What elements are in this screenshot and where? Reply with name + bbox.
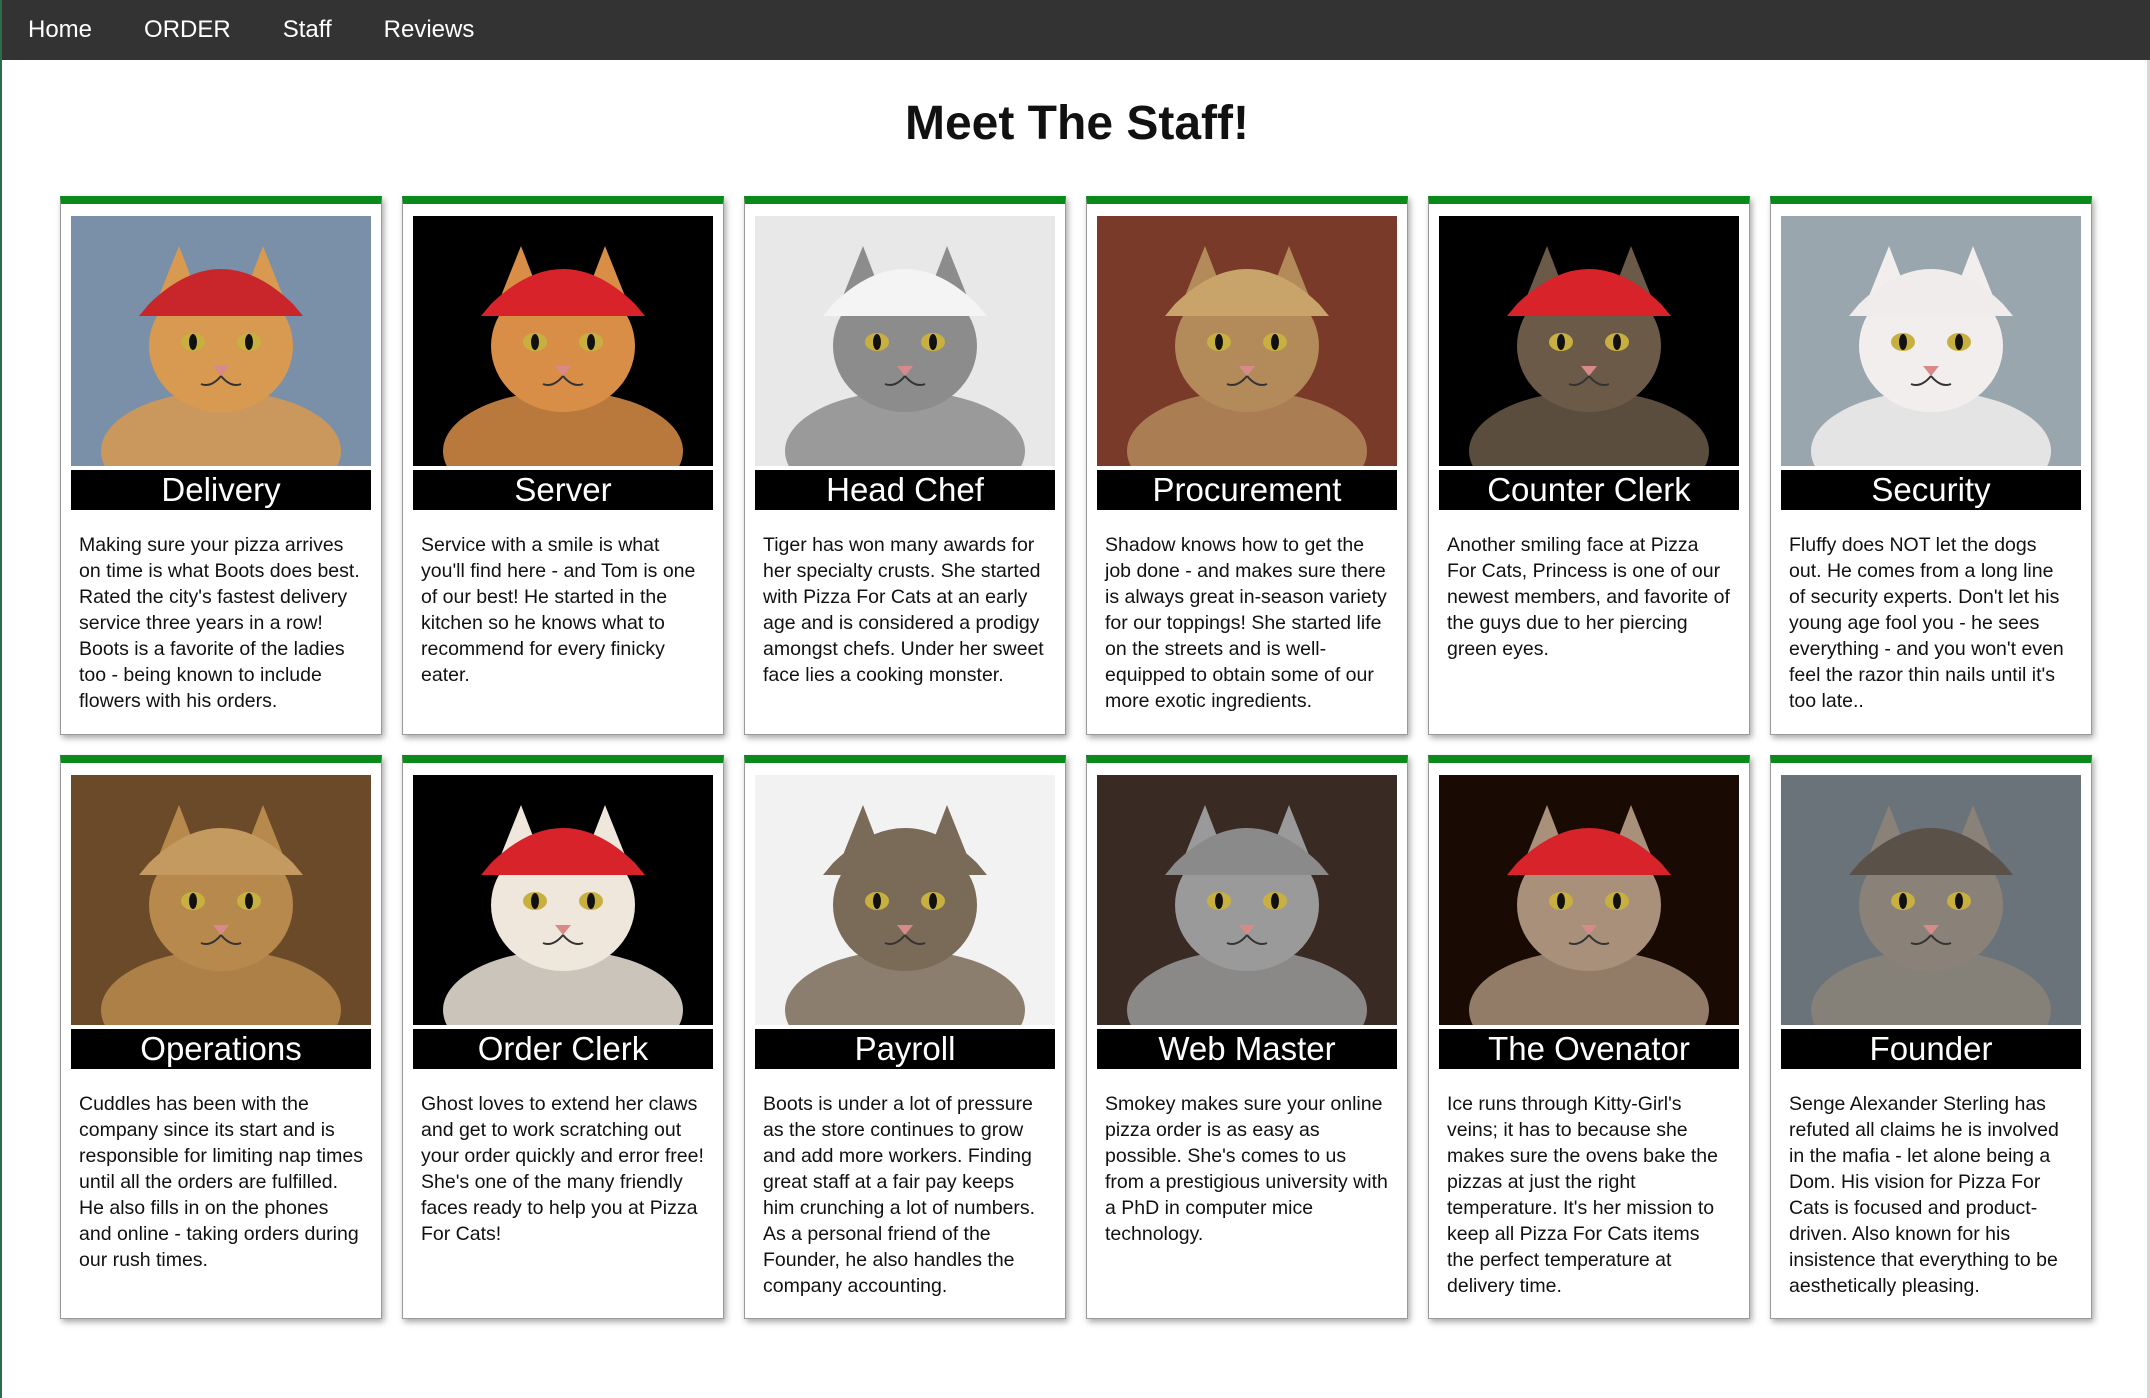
staff-role-title: Server	[413, 470, 713, 510]
staff-card: The Ovenator Ice runs through Kitty-Girl'…	[1428, 755, 1750, 1319]
staff-description: Another smiling face at Pizza For Cats, …	[1447, 534, 1730, 660]
staff-card: Procurement Shadow knows how to get the j…	[1086, 196, 1408, 735]
staff-description: Service with a smile is what you'll find…	[421, 534, 696, 686]
counter-clerk-cat-photo	[1439, 216, 1739, 466]
staff-role-title: The Ovenator	[1439, 1029, 1739, 1069]
nav-link-reviews[interactable]: Reviews	[358, 0, 501, 60]
staff-description: Tiger has won many awards for her specia…	[763, 534, 1044, 686]
staff-role-title: Operations	[71, 1029, 371, 1069]
staff-description: Making sure your pizza arrives on time i…	[79, 534, 360, 712]
web-master-cat-photo	[1097, 775, 1397, 1025]
staff-role-title: Counter Clerk	[1439, 470, 1739, 510]
staff-description: Senge Alexander Sterling has refuted all…	[1789, 1093, 2059, 1297]
staff-role-title: Security	[1781, 470, 2081, 510]
payroll-cat-photo	[755, 775, 1055, 1025]
staff-grid: Delivery Making sure your pizza arrives o…	[60, 196, 2092, 1319]
operations-cat-photo	[71, 775, 371, 1025]
staff-role-title: Payroll	[755, 1029, 1055, 1069]
staff-role-title: Procurement	[1097, 470, 1397, 510]
staff-card: Web Master Smokey makes sure your online …	[1086, 755, 1408, 1319]
staff-card: Operations Cuddles has been with the comp…	[60, 755, 382, 1319]
ovenator-cat-photo	[1439, 775, 1739, 1025]
security-cat-photo	[1781, 216, 2081, 466]
staff-card: Payroll Boots is under a lot of pressure …	[744, 755, 1066, 1319]
staff-card: Security Fluffy does NOT let the dogs out…	[1770, 196, 2092, 735]
staff-role-title: Head Chef	[755, 470, 1055, 510]
staff-card: Counter Clerk Another smiling face at Piz…	[1428, 196, 1750, 735]
staff-role-title: Delivery	[71, 470, 371, 510]
top-navbar: Home ORDER Staff Reviews	[2, 0, 2150, 60]
staff-description: Shadow knows how to get the job done - a…	[1105, 534, 1387, 712]
staff-description: Ghost loves to extend her claws and get …	[421, 1093, 704, 1245]
page-title: Meet The Staff!	[904, 97, 1249, 150]
order-clerk-cat-photo	[413, 775, 713, 1025]
founder-cat-photo	[1781, 775, 2081, 1025]
nav-link-order[interactable]: ORDER	[118, 0, 257, 60]
staff-description: Ice runs through Kitty-Girl's veins; it …	[1447, 1093, 1718, 1297]
staff-description: Cuddles has been with the company since …	[79, 1093, 363, 1271]
staff-role-title: Founder	[1781, 1029, 2081, 1069]
staff-card: Order Clerk Ghost loves to extend her cla…	[402, 755, 724, 1319]
staff-role-title: Order Clerk	[413, 1029, 713, 1069]
server-cat-photo	[413, 216, 713, 466]
chef-cat-photo	[755, 216, 1055, 466]
staff-description: Smokey makes sure your online pizza orde…	[1105, 1093, 1388, 1245]
staff-card: Delivery Making sure your pizza arrives o…	[60, 196, 382, 735]
delivery-cat-photo	[71, 216, 371, 466]
staff-description: Boots is under a lot of pressure as the …	[763, 1093, 1036, 1297]
procurement-cat-photo	[1097, 216, 1397, 466]
nav-link-staff[interactable]: Staff	[257, 0, 358, 60]
staff-description: Fluffy does NOT let the dogs out. He com…	[1789, 534, 2064, 712]
staff-role-title: Web Master	[1097, 1029, 1397, 1069]
staff-card: Founder Senge Alexander Sterling has refu…	[1770, 755, 2092, 1319]
nav-link-home[interactable]: Home	[2, 0, 118, 60]
staff-card: Head Chef Tiger has won many awards for h…	[744, 196, 1066, 735]
staff-card: Server Service with a smile is what you'l…	[402, 196, 724, 735]
